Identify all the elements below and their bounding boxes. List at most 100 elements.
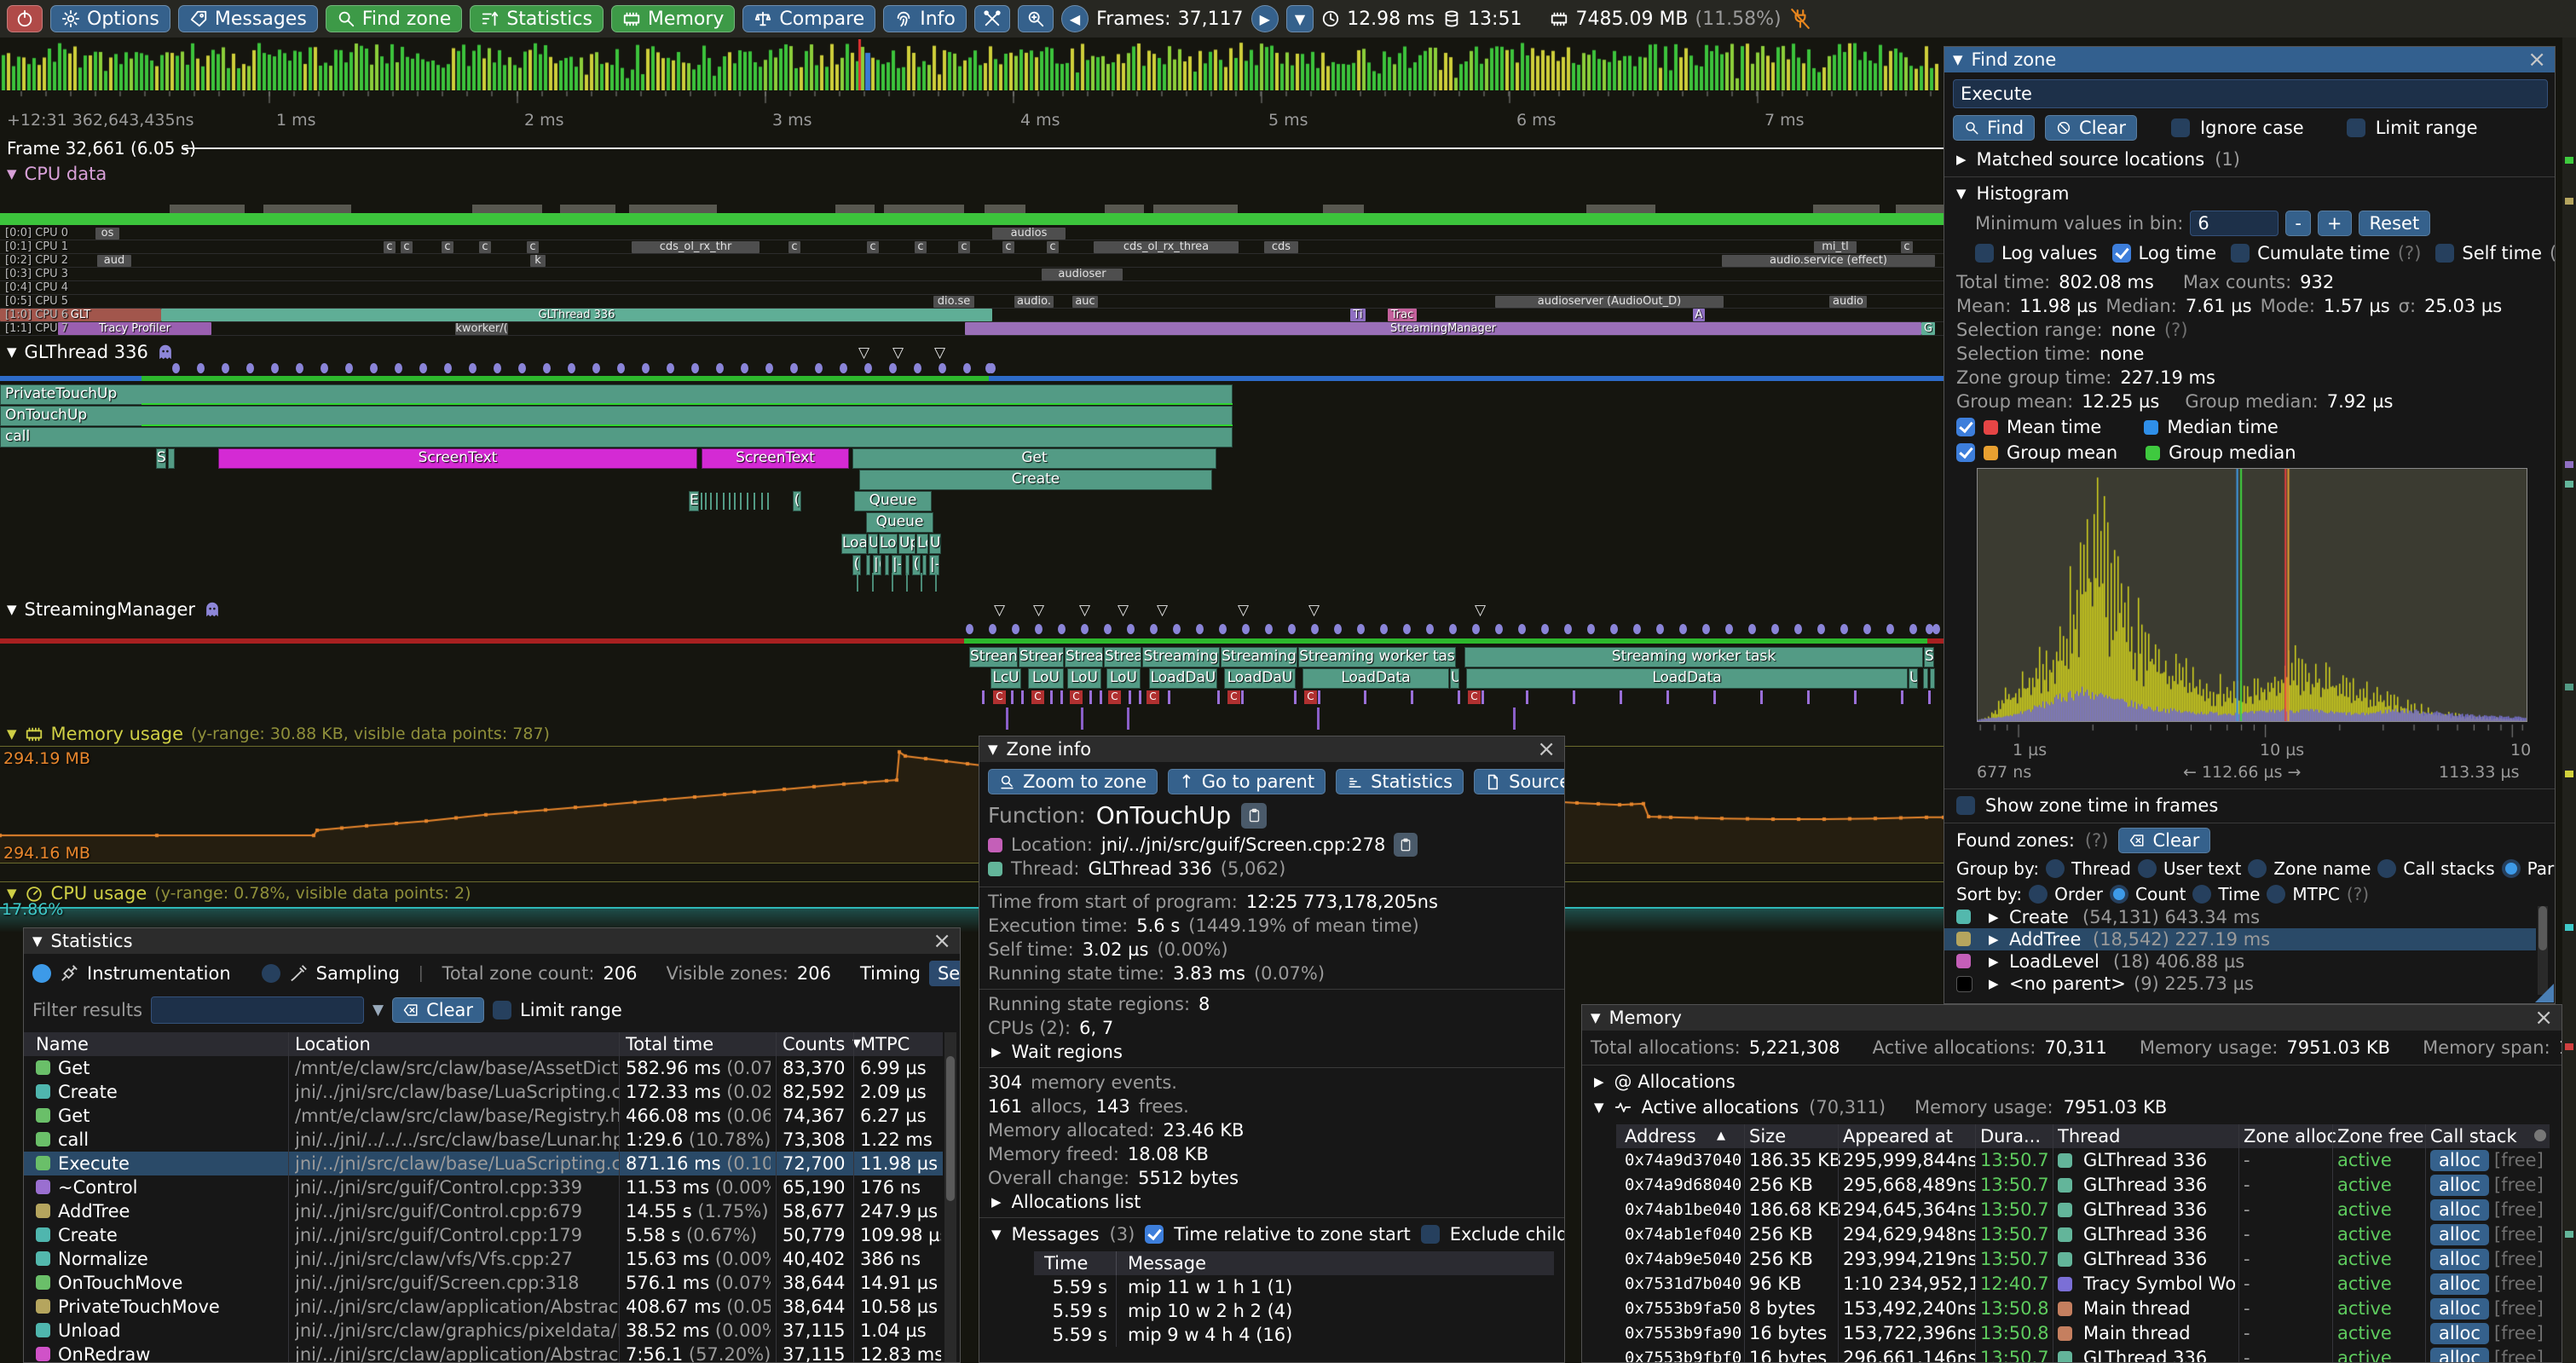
allocations-list-expander[interactable]: ▶Allocations list (991, 1192, 1141, 1212)
sample-dot[interactable] (741, 363, 748, 373)
sample-dot[interactable] (765, 363, 773, 373)
sample-dot[interactable] (1058, 624, 1066, 634)
sample-dot[interactable] (790, 363, 798, 373)
timeline-zone[interactable]: ScreenText (218, 448, 697, 469)
cpu-chip[interactable]: auc (1072, 296, 1098, 308)
timeline-zone[interactable]: E (689, 491, 699, 511)
micro-zone[interactable] (747, 493, 748, 510)
sample-dot[interactable] (1288, 624, 1296, 634)
sample-dot[interactable] (1679, 624, 1687, 634)
sample-dot[interactable] (1127, 624, 1135, 634)
sample-dot[interactable] (246, 363, 254, 373)
column-header[interactable]: Appeared at (1843, 1124, 1953, 1148)
group-mean-checkbox[interactable] (1956, 443, 1975, 462)
timeline-zone[interactable] (922, 555, 927, 575)
allocation-row[interactable]: 0x74ab1ef040256 KB294,629,948ns13:50.7GL… (1616, 1222, 2550, 1247)
lock-zone[interactable]: C (1304, 690, 1317, 704)
sample-dot[interactable] (963, 363, 971, 373)
timeline-zone[interactable]: Strean (969, 647, 1018, 667)
sample-dot[interactable] (592, 363, 600, 373)
sample-dot[interactable] (1840, 624, 1848, 634)
sample-dot[interactable] (1587, 624, 1595, 634)
alloc-callstack-button[interactable]: alloc (2430, 1348, 2489, 1363)
sample-dot[interactable] (864, 363, 872, 373)
allocation-row[interactable]: 0x74ab1be040186.68 KB294,645,364ns13:50.… (1616, 1198, 2550, 1222)
alloc-callstack-button[interactable]: alloc (2430, 1199, 2489, 1221)
power-button[interactable] (7, 5, 43, 32)
timeline-zone[interactable]: Up (898, 534, 915, 554)
allocation-row[interactable]: 0x7553b9fbf016 bytes296,661,146ns13:50.7… (1616, 1346, 2550, 1363)
group-by-user-text[interactable] (2138, 859, 2157, 878)
wait-regions-expander[interactable]: ▶Wait regions (991, 1042, 1123, 1062)
column-header[interactable]: Dura... (1980, 1124, 2041, 1148)
sample-dot[interactable] (889, 363, 897, 373)
main-scrollbar[interactable] (2562, 38, 2576, 1363)
column-header[interactable]: Call stack (2430, 1124, 2517, 1148)
micro-zone[interactable] (754, 493, 755, 510)
cumulate-time-checkbox[interactable] (2231, 244, 2250, 263)
sample-dot[interactable] (1380, 624, 1388, 634)
timeline-zone[interactable]: LcU (991, 668, 1021, 689)
messages-table-header[interactable]: Time Message (1034, 1251, 1554, 1275)
sample-dot[interactable] (1426, 624, 1434, 634)
cpu-chip[interactable]: c (1002, 241, 1014, 253)
statistics-table-header[interactable]: NameLocationTotal timeCounts▼MTPC (24, 1032, 943, 1056)
message-row[interactable]: 5.59 smip 10 w 2 h 2 (4) (1034, 1299, 1554, 1323)
timeline-zone[interactable]: Get (852, 448, 1216, 469)
cpu-chip[interactable]: cds_ol_rx_thr (632, 241, 760, 253)
sample-dot[interactable] (1909, 624, 1917, 634)
cpu-chip[interactable]: audio (1829, 296, 1867, 308)
sort-by-order[interactable] (2029, 885, 2048, 904)
sample-dot[interactable] (1702, 624, 1710, 634)
sampling-radio[interactable] (262, 964, 280, 983)
statistics-button[interactable]: Statistics (470, 5, 604, 32)
column-header[interactable]: Size (1749, 1124, 1786, 1148)
sample-dot[interactable] (1334, 624, 1342, 634)
sample-dot[interactable] (966, 624, 973, 634)
sample-dot[interactable] (1035, 624, 1043, 634)
timeline-zone[interactable]: LoadData (1466, 668, 1908, 689)
sample-dot[interactable] (840, 363, 847, 373)
sample-dot[interactable] (914, 363, 921, 373)
timeline-zone[interactable]: ( (912, 555, 921, 575)
timeline-zone[interactable]: Streaming worker task (1464, 647, 1923, 667)
message-row[interactable]: 5.59 smip 11 w 1 h 1 (1) (1034, 1275, 1554, 1299)
zone-marker-icon[interactable]: ▽ (1118, 604, 1129, 617)
close-icon[interactable]: × (933, 930, 951, 952)
ignore-case-checkbox[interactable] (2171, 118, 2190, 137)
timeline-zone[interactable]: U (1909, 668, 1918, 689)
memory-titlebar[interactable]: ▼Memory× (1582, 1005, 2562, 1031)
timeline-zone[interactable]: Streaming (1142, 647, 1220, 667)
sample-dot[interactable] (172, 363, 180, 373)
exclude-children-checkbox[interactable] (1421, 1225, 1440, 1244)
cpu-context-bar[interactable]: StreamingManager (965, 322, 1921, 335)
table-row[interactable]: Createjni/../jni/src/guif/Control.cpp:17… (24, 1223, 943, 1247)
timeline-zone[interactable]: Queue (866, 512, 933, 533)
cpu-chip[interactable]: c (1047, 241, 1059, 253)
allocations-expander[interactable]: ▶@ Allocations (1594, 1071, 1736, 1092)
alloc-callstack-button[interactable]: alloc (2430, 1224, 2489, 1245)
sample-dot[interactable] (1150, 624, 1158, 634)
zoom-to-zone-button[interactable]: Zoom to zone (988, 769, 1158, 794)
clear-filter-button[interactable]: Clear (392, 997, 484, 1023)
group-by-call-stacks[interactable] (2377, 859, 2396, 878)
sample-dot[interactable] (1863, 624, 1871, 634)
cpu-chip[interactable]: c (867, 241, 879, 253)
clear-found-button[interactable]: Clear (2118, 828, 2210, 853)
sample-dot[interactable] (469, 363, 477, 373)
column-header[interactable]: Address (1625, 1124, 1696, 1148)
allocation-row[interactable]: 0x74a9d37040186.35 KB295,999,844ns13:50.… (1616, 1148, 2550, 1173)
timeline-zone[interactable]: St (1924, 647, 1934, 667)
timeline-zone[interactable]: Strear (1019, 647, 1064, 667)
lock-zone[interactable]: C (1031, 690, 1044, 704)
sample-dot[interactable] (642, 363, 650, 373)
timeline-zone[interactable]: |- (929, 555, 939, 575)
table-row[interactable]: Get/mnt/e/claw/src/claw/base/Registry.hp… (24, 1104, 943, 1128)
alloc-callstack-button[interactable]: alloc (2430, 1150, 2489, 1171)
table-row[interactable]: OnTouchMovejni/../jni/src/guif/Screen.cp… (24, 1271, 943, 1295)
sample-dot[interactable] (1196, 624, 1204, 634)
thread-state-segment[interactable] (0, 376, 142, 381)
cpu-chip[interactable]: c (527, 241, 539, 253)
find-button[interactable]: Find (1953, 115, 2035, 141)
sample-dot[interactable] (1265, 624, 1273, 634)
